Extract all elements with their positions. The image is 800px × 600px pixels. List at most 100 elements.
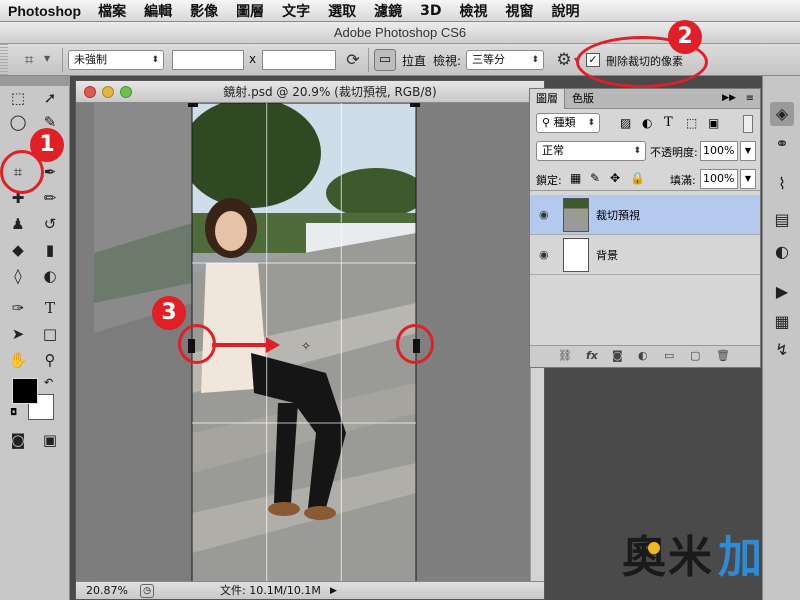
menu-window[interactable]: 視窗: [496, 1, 542, 21]
fill-dropdown-icon[interactable]: ▼: [740, 169, 756, 189]
actions-panel-icon[interactable]: ▶: [770, 280, 794, 304]
filter-type-icon[interactable]: T: [664, 115, 673, 130]
paths-panel-icon[interactable]: ⌇: [770, 172, 794, 196]
menu-select[interactable]: 選取: [319, 1, 365, 21]
opacity-input[interactable]: 100%: [700, 141, 738, 161]
menu-view[interactable]: 檢視: [450, 1, 496, 21]
preset-dropdown-icon[interactable]: ▼: [44, 54, 50, 63]
layer-name[interactable]: 背景: [596, 247, 618, 263]
foreground-color-swatch-top[interactable]: [12, 378, 38, 404]
file-info: 文件: 10.1M/10.1M: [220, 584, 321, 597]
type-tool-icon[interactable]: T: [38, 296, 62, 320]
zoom-tool-icon[interactable]: ⚲: [38, 348, 62, 372]
visibility-eye-icon[interactable]: ◉: [539, 248, 549, 261]
adjustments-panel-icon[interactable]: ◐: [770, 240, 794, 264]
history-brush-tool-icon[interactable]: ↺: [38, 212, 62, 236]
straighten-icon[interactable]: ▭: [374, 49, 396, 71]
toolbox-grip[interactable]: [0, 76, 70, 86]
swap-icon[interactable]: ⟳: [343, 50, 363, 70]
status-info-icon[interactable]: ◷: [140, 584, 154, 598]
menu-bar: Photoshop 檔案 編輯 影像 圖層 文字 選取 濾鏡 3D 檢視 視窗 …: [0, 0, 800, 22]
filter-pixel-icon[interactable]: ▨: [620, 116, 631, 130]
lock-all-icon[interactable]: 🔒: [630, 171, 645, 185]
status-menu-icon[interactable]: ▶: [330, 582, 337, 600]
blend-mode-select[interactable]: 正常 ⬍: [536, 141, 646, 161]
select-arrows-icon: ⬍: [587, 118, 595, 128]
filter-kind-value: 種類: [553, 116, 576, 129]
options-grip[interactable]: [0, 44, 8, 76]
swap-colors-icon[interactable]: ↶: [44, 376, 53, 389]
filter-kind-select[interactable]: ⚲ 種類 ⬍: [536, 113, 600, 133]
divider: [368, 48, 369, 72]
eraser-tool-icon[interactable]: ◆: [6, 238, 30, 262]
panel-menu-icon[interactable]: ≡: [746, 93, 754, 104]
shape-tool-icon[interactable]: □: [38, 322, 62, 346]
gradient-tool-icon[interactable]: ▮: [38, 238, 62, 262]
screen-mode-icon[interactable]: ▣: [38, 428, 62, 452]
fx-icon[interactable]: fx: [586, 349, 598, 362]
add-mask-icon[interactable]: ◙: [612, 349, 623, 362]
visibility-eye-icon[interactable]: ◉: [539, 208, 549, 221]
lock-brush-icon[interactable]: ✎: [590, 171, 600, 185]
menu-edit[interactable]: 編輯: [135, 1, 181, 21]
stamp-tool-icon[interactable]: ♟: [6, 212, 30, 236]
panel-collapse-icon[interactable]: ▶▶: [722, 93, 736, 103]
brush-tool-icon[interactable]: ✏: [38, 186, 62, 210]
pen-tool-icon[interactable]: ✑: [6, 296, 30, 320]
dodge-tool-icon[interactable]: ◐: [38, 264, 62, 288]
filter-shape-icon[interactable]: ⬚: [686, 116, 697, 130]
zoom-button[interactable]: [120, 86, 132, 98]
ratio-width-input[interactable]: [172, 50, 244, 70]
new-group-icon[interactable]: ▭: [664, 349, 674, 362]
crop-preset-icon[interactable]: ⌗: [18, 49, 40, 71]
menu-layer[interactable]: 圖層: [227, 1, 273, 21]
photo-canvas[interactable]: ✧: [76, 103, 544, 583]
filter-adjustment-icon[interactable]: ◐: [642, 116, 652, 130]
filter-smartobject-icon[interactable]: ▣: [708, 116, 719, 130]
fill-input[interactable]: 100%: [700, 169, 738, 189]
menu-type[interactable]: 文字: [273, 1, 319, 21]
watermark-logo: 奧米 加: [622, 532, 762, 583]
swatches-panel-icon[interactable]: ▦: [770, 310, 794, 334]
menu-file[interactable]: 檔案: [89, 1, 135, 21]
ratio-select[interactable]: 未強制 ⬍: [68, 50, 164, 70]
hand-tool-icon[interactable]: ✋: [6, 348, 30, 372]
close-button[interactable]: [84, 86, 96, 98]
blur-tool-icon[interactable]: ◊: [6, 264, 30, 288]
menu-image[interactable]: 影像: [181, 1, 227, 21]
tab-layers[interactable]: 圖層: [530, 89, 565, 109]
tab-channels[interactable]: 色版: [566, 89, 600, 109]
quick-mask-icon[interactable]: ◙: [6, 428, 30, 452]
path-select-tool-icon[interactable]: ➤: [6, 322, 30, 346]
filter-toggle[interactable]: [743, 115, 753, 133]
adjustment-layer-icon[interactable]: ◐: [638, 349, 648, 362]
channels-panel-icon[interactable]: ⚭: [770, 132, 794, 156]
default-colors-icon[interactable]: ◘: [10, 408, 17, 418]
layer-row-background[interactable]: ◉ 背景: [530, 235, 760, 275]
menu-filter[interactable]: 濾鏡: [365, 1, 411, 21]
view-select[interactable]: 三等分 ⬍: [466, 50, 544, 70]
layer-row-crop-preview[interactable]: ◉ 裁切預視: [530, 195, 760, 235]
zoom-level[interactable]: 20.87%: [86, 582, 128, 600]
link-layers-icon[interactable]: ⛓: [558, 349, 572, 362]
layers-panel-icon[interactable]: ◈: [770, 102, 794, 126]
menu-3d[interactable]: 3D: [411, 3, 450, 19]
menu-app-name[interactable]: Photoshop: [2, 3, 89, 19]
marquee-tool-icon[interactable]: ⬚: [6, 86, 30, 110]
gear-icon[interactable]: ⚙: [554, 50, 574, 70]
move-tool-icon[interactable]: ➚: [38, 86, 62, 110]
opacity-dropdown-icon[interactable]: ▼: [740, 141, 756, 161]
lock-position-icon[interactable]: ✥: [610, 171, 620, 185]
history-panel-icon[interactable]: ↯: [770, 338, 794, 362]
menu-help[interactable]: 說明: [542, 1, 588, 21]
panel-tabs: 圖層 色版 ▶▶ ≡: [530, 89, 760, 109]
trash-icon[interactable]: 🗑: [716, 349, 730, 362]
canvas[interactable]: ✧: [76, 103, 544, 583]
properties-panel-icon[interactable]: ▤: [770, 208, 794, 232]
layer-name[interactable]: 裁切預視: [596, 207, 640, 223]
new-layer-icon[interactable]: ▢: [690, 349, 700, 362]
ratio-height-input[interactable]: [262, 50, 336, 70]
lasso-tool-icon[interactable]: ◯: [6, 110, 30, 134]
lock-transparent-icon[interactable]: ▦: [570, 171, 581, 185]
minimize-button[interactable]: [102, 86, 114, 98]
